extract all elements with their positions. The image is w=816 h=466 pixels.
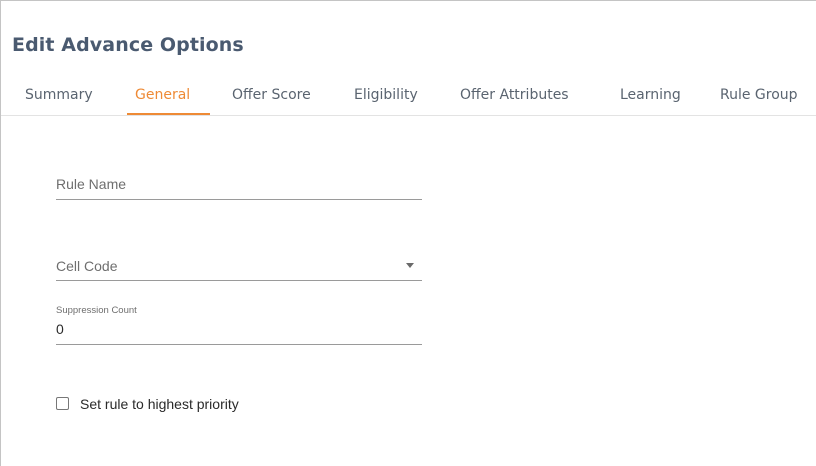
tab-general[interactable]: General: [135, 87, 190, 103]
rule-name-field[interactable]: Rule Name: [56, 161, 422, 200]
tab-eligibility[interactable]: Eligibility: [354, 87, 418, 103]
tab-learning[interactable]: Learning: [620, 87, 681, 103]
edit-advance-options-dialog: Edit Advance Options Summary General Off…: [0, 0, 816, 466]
cell-code-select[interactable]: Cell Code: [56, 241, 422, 281]
highest-priority-label[interactable]: Set rule to highest priority: [80, 396, 239, 412]
tab-bar: Summary General Offer Score Eligibility …: [1, 77, 816, 116]
tab-offer-attributes[interactable]: Offer Attributes: [460, 87, 569, 103]
cell-code-label: Cell Code: [56, 258, 118, 274]
tab-summary[interactable]: Summary: [25, 87, 93, 103]
rule-name-label: Rule Name: [56, 176, 127, 192]
suppression-count-field[interactable]: 0: [56, 317, 422, 345]
tab-rule-group[interactable]: Rule Group: [720, 87, 798, 103]
dialog-title: Edit Advance Options: [12, 34, 244, 56]
suppression-count-value: 0: [56, 321, 64, 337]
highest-priority-checkbox[interactable]: [56, 397, 69, 410]
dropdown-arrow-icon[interactable]: [406, 263, 414, 268]
active-tab-indicator: [127, 113, 210, 115]
tab-offer-score[interactable]: Offer Score: [232, 87, 311, 103]
suppression-count-label: Suppression Count: [56, 305, 137, 316]
